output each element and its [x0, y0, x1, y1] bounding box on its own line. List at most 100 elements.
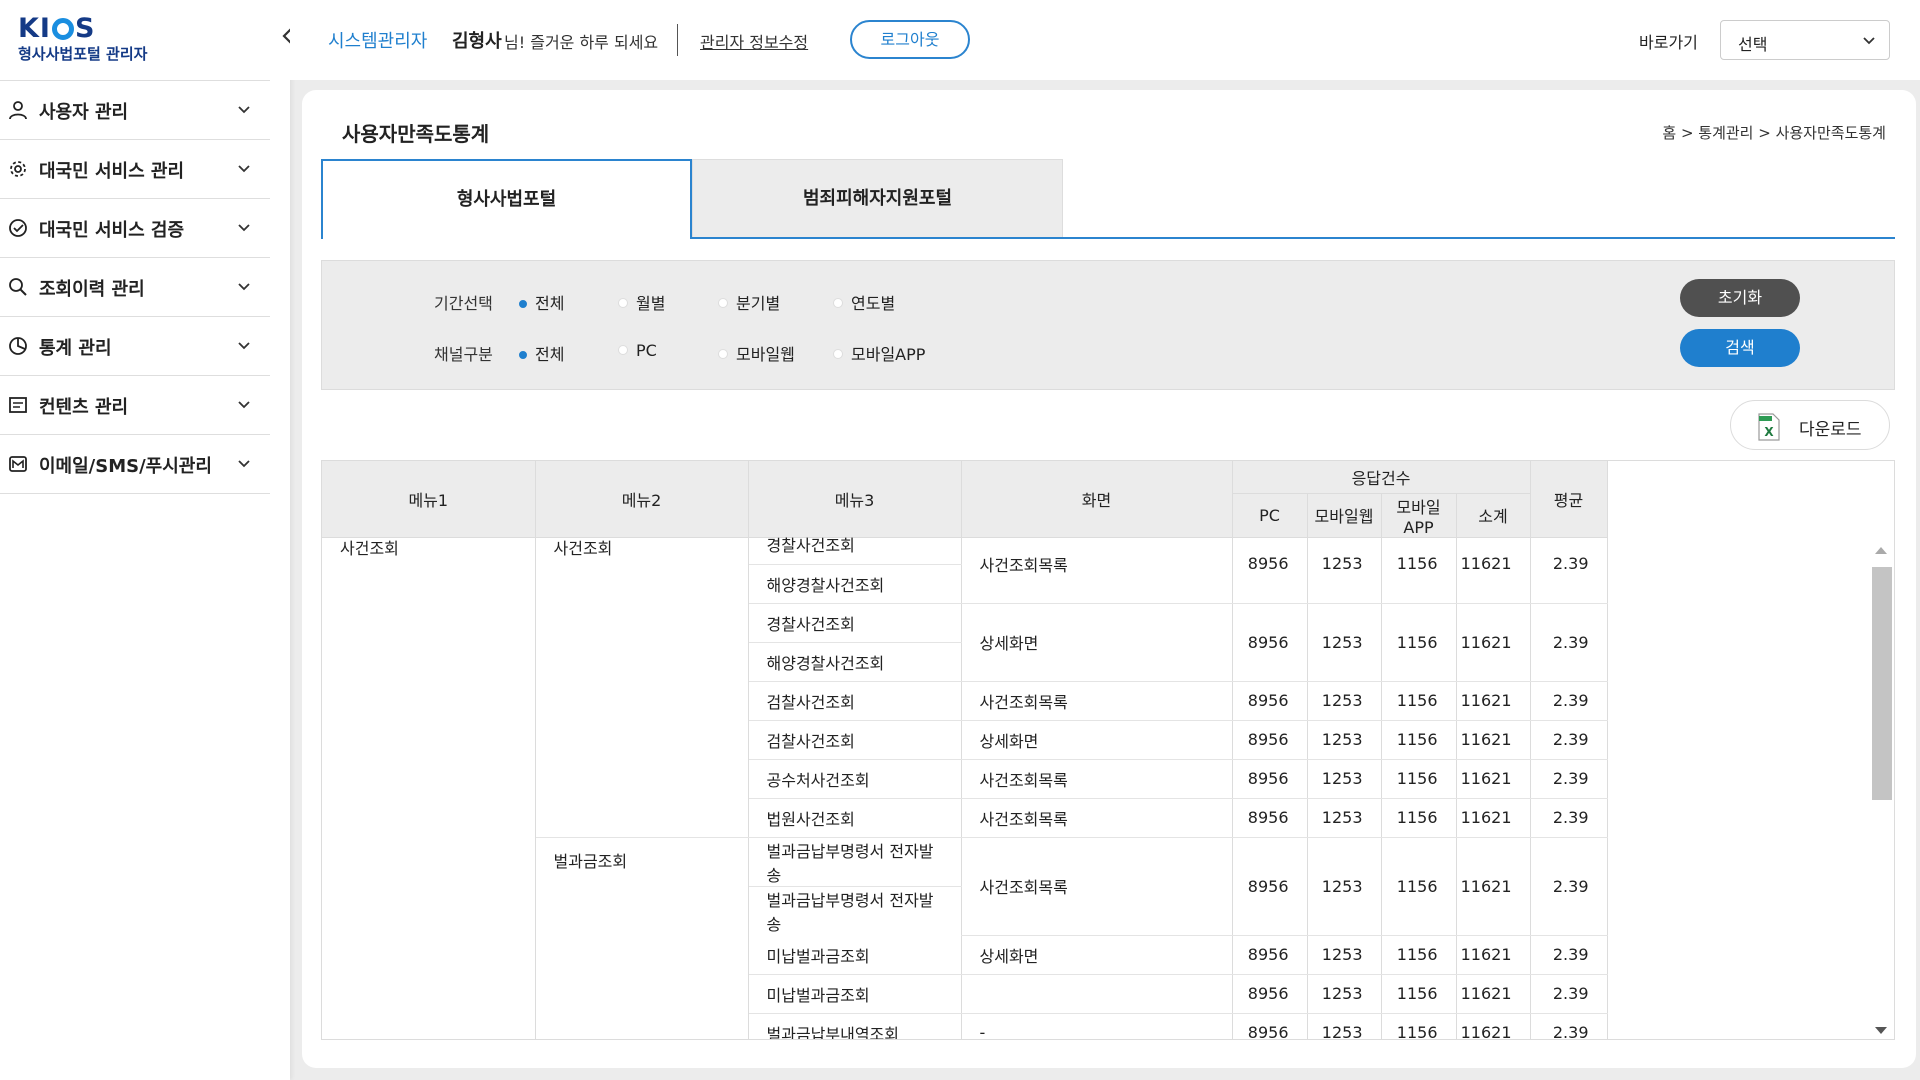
cell-screen: 사건조회목록 — [961, 681, 1233, 721]
cell-mobile-web: 1253 — [1307, 837, 1382, 936]
period-option-yearly[interactable]: 연도별 — [833, 290, 895, 314]
main-content: 사용자만족도통계 홈 > 통계관리 > 사용자만족도통계 형사사법포털 범죄피해… — [302, 90, 1916, 1068]
radio — [833, 349, 843, 359]
download-button[interactable]: X 다운로드 — [1730, 400, 1890, 450]
reset-button[interactable]: 초기화 — [1680, 279, 1800, 317]
period-option-monthly[interactable]: 월별 — [618, 290, 665, 314]
scrollbar-thumb[interactable] — [1872, 567, 1892, 800]
cell-menu1: 사건조회 — [322, 525, 536, 1039]
cell-mobile-web: 1253 — [1307, 798, 1382, 838]
sidebar-item-public-service-verification[interactable]: 대국민 서비스 검증 — [0, 199, 270, 258]
sidebar-menu: 사용자 관리 대국민 서비스 관리 대국민 서비스 검증 조회이력 관리 통계 … — [0, 80, 270, 494]
cell-average: 2.39 — [1530, 798, 1608, 838]
cell-mobile-app: 1156 — [1381, 720, 1457, 760]
cell-average: 2.39 — [1530, 681, 1608, 721]
chevron-down-icon — [238, 342, 250, 350]
sidebar-item-contents[interactable]: 컨텐츠 관리 — [0, 376, 270, 435]
radio — [718, 349, 728, 359]
channel-option-mobile-web[interactable]: 모바일웹 — [718, 341, 795, 365]
chevron-down-icon — [238, 165, 250, 173]
cell-screen: 상세화면 — [961, 720, 1233, 760]
cell-subtotal: 11621 — [1456, 1013, 1531, 1039]
sidebar-item-email-sms-push[interactable]: 이메일/SMS/푸시관리 — [0, 435, 270, 494]
cell-mobile-app: 1156 — [1381, 798, 1457, 838]
cell-subtotal: 11621 — [1456, 837, 1531, 936]
breadcrumb: 홈 > 통계관리 > 사용자만족도통계 — [1662, 124, 1886, 142]
edit-admin-info-link[interactable]: 관리자 정보수정 — [700, 29, 808, 53]
portal-tabs: 형사사법포털 범죄피해자지원포털 — [321, 159, 1895, 239]
scroll-down-arrow-icon[interactable] — [1875, 1027, 1887, 1034]
cell-menu2: 벌과금조회 — [535, 837, 749, 1039]
tab-criminal-justice-portal[interactable]: 형사사법포털 — [321, 159, 692, 239]
quick-link-select[interactable]: 선택 — [1720, 20, 1890, 60]
page-title: 사용자만족도통계 — [342, 122, 490, 146]
sidebar-item-query-history[interactable]: 조회이력 관리 — [0, 258, 270, 317]
sidebar-item-label: 이메일/SMS/푸시관리 — [39, 456, 212, 477]
cell-subtotal: 11621 — [1456, 525, 1531, 604]
cell-pc: 8956 — [1232, 525, 1308, 604]
cell-menu3: 해양경찰사건조회 — [748, 642, 962, 682]
cell-pc: 8956 — [1232, 681, 1308, 721]
channel-option-all[interactable]: 전체 — [519, 341, 564, 365]
sidebar: KI S 형사사법포털 관리자 사용자 관리 대국민 서비스 관리 대국민 서비스… — [0, 0, 292, 1080]
cell-pc: 8956 — [1232, 837, 1308, 936]
radio-selected — [519, 351, 527, 359]
cell-menu3: 법원사건조회 — [748, 798, 962, 838]
cell-subtotal: 11621 — [1456, 603, 1531, 682]
sidebar-item-statistics[interactable]: 통계 관리 — [0, 317, 270, 376]
sidebar-item-public-service-management[interactable]: 대국민 서비스 관리 — [0, 140, 270, 199]
search-button[interactable]: 검색 — [1680, 329, 1800, 367]
cell-menu3: 검찰사건조회 — [748, 681, 962, 721]
table-scrollbar[interactable] — [1870, 541, 1892, 1039]
cell-mobile-web: 1253 — [1307, 759, 1382, 799]
logout-button[interactable]: 로그아웃 — [850, 20, 970, 59]
cell-pc: 8956 — [1232, 720, 1308, 760]
cell-mobile-app: 1156 — [1381, 603, 1457, 682]
mail-icon — [9, 456, 27, 472]
cell-average: 2.39 — [1530, 837, 1608, 936]
quick-link-label: 바로가기 — [1639, 33, 1698, 52]
cell-mobile-app: 1156 — [1381, 935, 1457, 975]
cell-subtotal: 11621 — [1456, 759, 1531, 799]
user-icon — [9, 101, 27, 120]
cell-menu3: 벌과금납부명령서 전자발송 — [748, 837, 962, 887]
radio — [718, 298, 728, 308]
sidebar-item-label: 조회이력 관리 — [39, 279, 145, 300]
tab-victim-support-portal[interactable]: 범죄피해자지원포털 — [692, 159, 1063, 237]
cell-mobile-app: 1156 — [1381, 525, 1457, 604]
period-option-all[interactable]: 전체 — [519, 290, 564, 314]
cell-average: 2.39 — [1530, 974, 1608, 1014]
check-circle-icon — [9, 219, 27, 237]
logo[interactable]: KI S 형사사법포털 관리자 — [18, 14, 258, 69]
document-icon — [9, 397, 27, 413]
table-filler — [1607, 525, 1870, 1039]
cell-average: 2.39 — [1530, 759, 1608, 799]
cell-subtotal: 11621 — [1456, 681, 1531, 721]
chevron-down-icon — [238, 224, 250, 232]
cell-menu3: 해양경찰사건조회 — [748, 564, 962, 604]
cell-mobile-web: 1253 — [1307, 603, 1382, 682]
cell-subtotal: 11621 — [1456, 935, 1531, 975]
cell-mobile-web: 1253 — [1307, 681, 1382, 721]
cell-average: 2.39 — [1530, 720, 1608, 760]
channel-option-mobile-app[interactable]: 모바일APP — [833, 341, 925, 365]
cell-menu3: 미납벌과금조회 — [748, 974, 962, 1014]
table-row[interactable]: 사건조회 사건조회 경찰사건조회 사건조회목록 8956 1253 1156 1… — [322, 525, 1870, 1039]
search-icon — [9, 278, 27, 296]
pie-chart-icon — [9, 337, 27, 355]
cell-pc: 8956 — [1232, 759, 1308, 799]
cell-mobile-app: 1156 — [1381, 837, 1457, 936]
cell-menu2: 사건조회 — [535, 525, 749, 838]
period-option-quarterly[interactable]: 분기별 — [718, 290, 780, 314]
radio-selected — [519, 300, 527, 308]
statistics-table: 메뉴1 메뉴2 메뉴3 화면 응답건수 평균 PC 모바일웹 모바일APP 소계 — [321, 460, 1895, 1040]
cell-mobile-app: 1156 — [1381, 681, 1457, 721]
scroll-up-arrow-icon[interactable] — [1875, 547, 1887, 554]
cell-menu3: 미납벌과금조회 — [748, 935, 962, 975]
channel-option-pc[interactable]: PC — [618, 341, 657, 360]
chevron-down-icon — [238, 283, 250, 291]
logo-subtitle: 형사사법포털 관리자 — [18, 45, 148, 63]
sidebar-item-label: 대국민 서비스 검증 — [39, 220, 185, 241]
sidebar-item-user-management[interactable]: 사용자 관리 — [0, 81, 270, 140]
cell-menu3: 경찰사건조회 — [748, 525, 962, 565]
